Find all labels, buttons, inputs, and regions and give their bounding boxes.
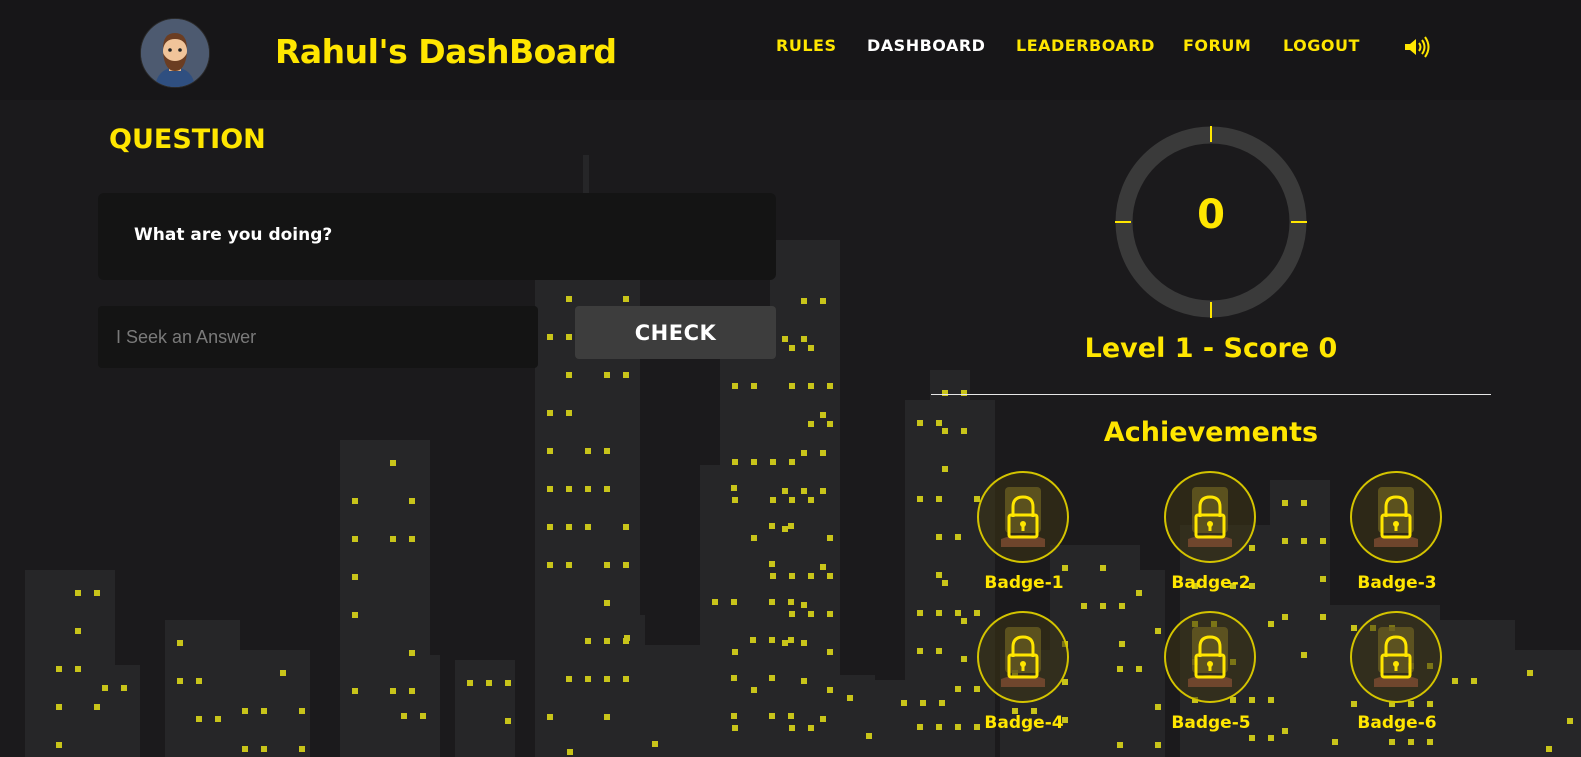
badge-circle <box>1164 611 1256 703</box>
badge-item[interactable]: Badge-3 <box>1342 471 1452 599</box>
badge-item[interactable]: Badge-5 <box>1156 611 1266 739</box>
lock-icon <box>1374 487 1418 547</box>
level-score: Level 1 - Score 0 <box>1084 333 1338 364</box>
main-content: QUESTION What are you doing? CHECK 0 Lev… <box>0 0 1581 757</box>
badge-circle <box>1350 611 1442 703</box>
badge-label: Badge-3 <box>1357 573 1437 593</box>
badge-circle <box>977 471 1069 563</box>
question-card: What are you doing? <box>98 193 776 280</box>
badge-label: Badge-6 <box>1357 713 1437 733</box>
badge-label: Badge-2 <box>1171 573 1251 593</box>
question-text: What are you doing? <box>134 225 333 245</box>
badge-circle <box>977 611 1069 703</box>
badge-label: Badge-4 <box>984 713 1064 733</box>
question-heading: QUESTION <box>109 124 266 155</box>
badge-item[interactable]: Badge-4 <box>969 611 1079 739</box>
lock-icon <box>1374 627 1418 687</box>
badge-label: Badge-5 <box>1171 713 1251 733</box>
achievements-title: Achievements <box>1103 417 1319 448</box>
lock-icon <box>1188 627 1232 687</box>
answer-input[interactable] <box>98 306 538 368</box>
badge-item[interactable]: Badge-2 <box>1156 471 1266 599</box>
badge-label: Badge-1 <box>984 573 1064 593</box>
lock-icon <box>1001 627 1045 687</box>
badge-item[interactable]: Badge-6 <box>1342 611 1452 739</box>
badge-circle <box>1350 471 1442 563</box>
timer-value: 0 <box>1197 192 1225 238</box>
badge-item[interactable]: Badge-1 <box>969 471 1079 599</box>
check-button[interactable]: CHECK <box>575 306 776 359</box>
lock-icon <box>1001 487 1045 547</box>
badge-circle <box>1164 471 1256 563</box>
divider <box>931 394 1491 395</box>
lock-icon <box>1188 487 1232 547</box>
